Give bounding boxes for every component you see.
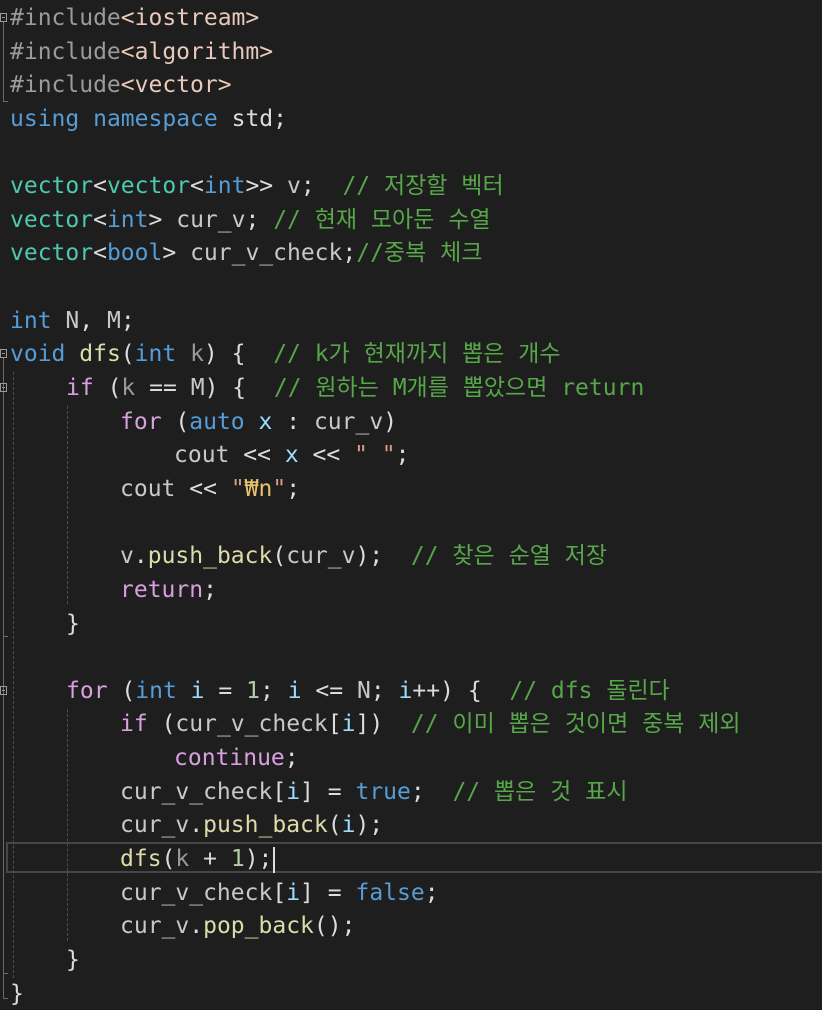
code-line: } [10,980,24,1007]
collapse-icon[interactable] [0,383,7,392]
code-line: cout << x << " "; [174,442,410,469]
code-editor[interactable]: #include<iostream> #include<algorithm> #… [0,0,822,1010]
code-line: if (cur_v_check[i]) // 이미 뽑은 것이면 중복 제외 [120,711,741,738]
code-line: cur_v_check[i] = true; // 뽑은 것 표시 [120,778,628,805]
code-line: for (auto x : cur_v) [120,408,398,435]
code-line: void dfs(int k) { // k가 현재까지 뽑은 개수 [10,341,561,368]
code-line: for (int i = 1; i <= N; i++) { // dfs 돌린… [66,677,670,704]
code-line: int N, M; [10,307,135,334]
code-line: dfs(k + 1); [10,843,822,877]
text-caret [273,846,276,873]
collapse-icon[interactable] [0,349,7,358]
code-line: v.push_back(cur_v); // 찾은 순열 저장 [120,543,608,570]
fold-end [3,101,8,102]
code-line: #include<iostream> [10,5,260,31]
code-line: using namespace std; [10,105,287,132]
code-line: } [66,946,80,973]
code-line: vector<int> cur_v; // 현재 모아둔 수열 [10,206,491,233]
code-line: cout << "₩n"; [120,475,301,502]
collapse-icon[interactable] [0,13,7,22]
code-line: cur_v.push_back(i); [120,812,384,839]
code-line: continue; [174,745,299,772]
code-line: #include<algorithm> [10,38,274,65]
fold-end [3,636,8,637]
code-line: vector<vector<int>> v; // 저장할 벡터 [10,173,504,200]
code-line: vector<bool> cur_v_check;//중복 체크 [10,240,483,267]
code-line: #include<vector> [10,72,232,99]
code-line: } [66,610,80,637]
code-line: if (k == M) { // 원하는 M개를 뽑았으면 return [66,375,645,402]
fold-end [3,998,8,999]
fold-guide-dfs [3,358,4,998]
fold-guide-includes [3,22,4,101]
fold-end [3,973,8,974]
collapse-icon[interactable] [0,686,7,695]
code-area[interactable]: #include<iostream> #include<algorithm> #… [10,2,822,1010]
code-line: cur_v_check[i] = false; [120,879,439,906]
code-line: return; [120,576,217,603]
code-line: cur_v.pop_back(); [120,913,356,940]
